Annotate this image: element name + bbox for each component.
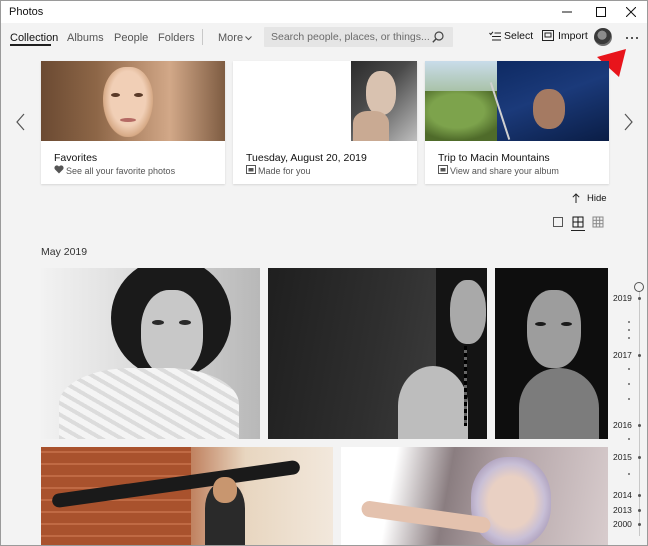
photo-tile[interactable] [341,447,608,545]
card-trip[interactable]: Trip to Macin Mountains View and share y… [425,61,609,184]
tab-folders[interactable]: Folders [158,32,195,44]
import-label: Import [558,30,588,42]
minimize-icon [562,11,572,13]
timeline-year[interactable]: 2013 [613,505,632,515]
maximize-button[interactable] [585,1,617,23]
view-medium-icon[interactable] [571,215,585,229]
card-trip-title: Trip to Macin Mountains [438,152,550,164]
hide-label: Hide [587,193,607,204]
see-more-button[interactable] [624,29,640,45]
timeline-dot [628,473,630,475]
carousel-next-icon[interactable] [623,113,633,131]
select-label: Select [504,30,534,42]
timeline-marker [638,494,641,497]
heart-icon [54,165,64,174]
tab-people[interactable]: People [114,32,148,44]
timeline-marker [638,354,641,357]
app-title: Photos [9,6,44,18]
nav-divider [202,29,203,45]
search-icon[interactable] [432,31,444,43]
tab-albums[interactable]: Albums [67,32,104,44]
section-date-label: May 2019 [41,246,88,258]
card-favorites-image [41,61,225,141]
card-made-for-you-subtitle: Made for you [258,166,311,176]
card-favorites-title: Favorites [54,152,98,164]
timeline-marker [638,297,641,300]
timeline-year[interactable]: 2019 [613,293,632,303]
photo-stack-icon [438,165,448,174]
timeline-dot [628,398,630,400]
card-made-for-you-image [233,61,417,141]
card-trip-image [425,61,609,141]
timeline-year[interactable]: 2017 [613,350,632,360]
timeline-dot [628,337,630,339]
timeline-dot [628,438,630,440]
more-label: More [218,32,244,44]
carousel-prev-icon[interactable] [16,113,26,131]
search-box[interactable]: Search people, places, or things... [264,27,453,47]
photo-tile[interactable] [41,447,333,545]
import-button[interactable]: Import [540,28,588,46]
photo-tile[interactable] [268,268,487,439]
card-trip-subtitle: View and share your album [450,166,559,176]
timeline-dot [628,329,630,331]
view-active-indicator [571,230,585,231]
search-input[interactable]: Search people, places, or things... [271,31,430,43]
timeline-dot [628,383,630,385]
avatar[interactable] [594,28,612,46]
import-icon [542,30,554,41]
timeline-marker [638,509,641,512]
timeline-track[interactable] [639,291,640,536]
more-menu[interactable]: More [218,32,254,46]
timeline-marker [638,424,641,427]
timeline-year[interactable]: 2015 [613,452,632,462]
view-large-icon[interactable] [551,215,565,229]
active-tab-indicator [10,44,51,46]
arrow-up-icon [572,193,580,203]
maximize-icon [596,7,606,17]
timeline-year[interactable]: 2014 [613,490,632,500]
timeline-year[interactable]: 2016 [613,420,632,430]
view-small-icon[interactable] [591,215,605,229]
timeline-scroll-handle[interactable] [634,282,644,292]
hide-button[interactable]: Hide [572,192,607,206]
timeline-marker [638,456,641,459]
photo-tile[interactable] [495,268,608,439]
checklist-icon [489,31,501,41]
timeline-marker [638,523,641,526]
timeline-year[interactable]: 2000 [613,519,632,529]
card-favorites-subtitle: See all your favorite photos [66,166,176,176]
photos-window: Photos Collection Albums People Folders … [0,0,648,546]
photo-tile[interactable] [41,268,260,439]
photo-stack-icon [246,165,256,174]
card-made-for-you-title: Tuesday, August 20, 2019 [246,152,367,164]
tab-collection[interactable]: Collection [10,32,58,44]
card-favorites[interactable]: Favorites See all your favorite photos [41,61,225,184]
close-button[interactable] [615,1,647,23]
title-bar: Photos [1,1,647,23]
select-button[interactable]: Select [487,28,533,46]
card-made-for-you[interactable]: Tuesday, August 20, 2019 Made for you [233,61,417,184]
minimize-button[interactable] [551,1,583,23]
close-icon [626,7,636,17]
chevron-down-icon [245,36,252,41]
timeline-dot [628,321,630,323]
timeline-dot [628,368,630,370]
